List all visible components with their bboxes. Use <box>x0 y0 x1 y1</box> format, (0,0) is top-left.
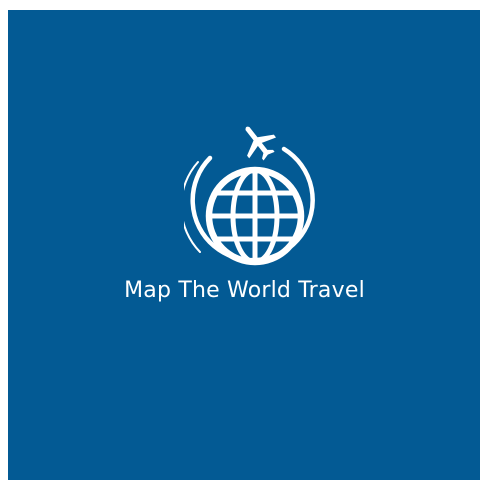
logo-card: Map The World Travel <box>8 10 480 480</box>
brand-name: Map The World Travel <box>124 278 365 303</box>
airplane-icon <box>245 126 277 161</box>
globe-icon <box>205 166 305 266</box>
travel-logo-emblem <box>184 126 315 266</box>
